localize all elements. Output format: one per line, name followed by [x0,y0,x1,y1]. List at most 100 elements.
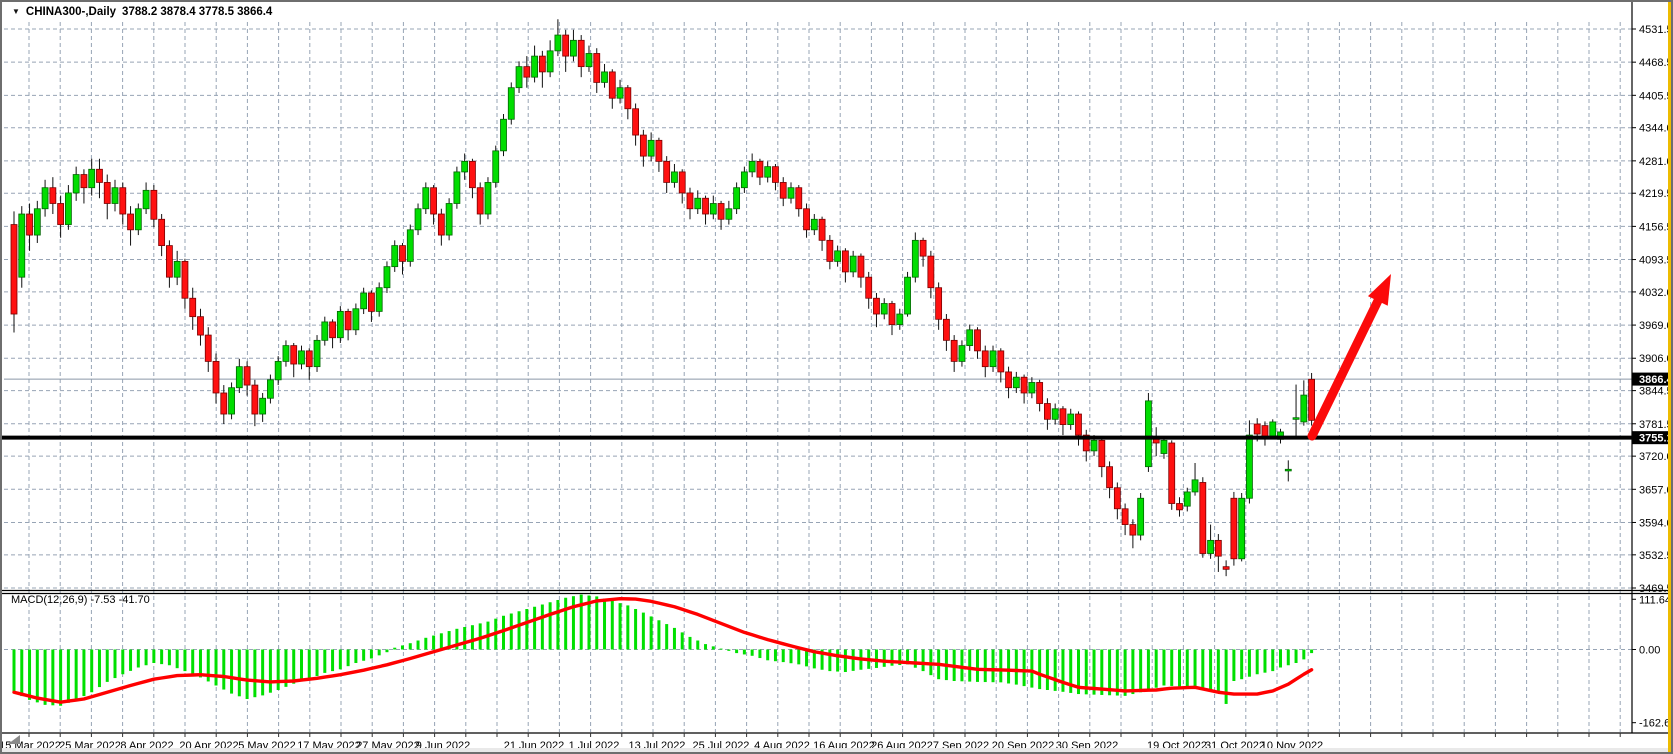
candle-body [804,209,810,230]
candle-body [1114,488,1120,509]
candle-body [796,188,802,209]
candle-body [42,188,48,209]
symbol-dropdown-icon[interactable]: ▼ [12,7,20,17]
candle-body [1293,418,1299,420]
candle-body [213,361,219,393]
candle-body [881,303,887,314]
candle-body [151,190,157,219]
candle-body [1068,414,1074,425]
candle-body [858,256,864,277]
candle-body [392,246,398,267]
candle-body [236,367,242,388]
candle-body [166,246,172,278]
candle-body [407,230,413,262]
candle-body [1231,498,1237,559]
candle-body [400,246,406,262]
candle-body [912,240,918,277]
candle-body [291,346,297,364]
candle-body [1208,540,1214,553]
candle-body [532,56,538,77]
candle-body [267,380,273,398]
candle-body [928,256,934,288]
candle-body [1107,467,1113,488]
candle-body [959,346,965,362]
candle-body [679,172,685,193]
candle-body [1239,498,1245,559]
window-active-edge [1668,2,1671,752]
candle-body [34,209,40,235]
candle-body [65,193,71,225]
candle-body [244,367,250,385]
candle-body [1270,422,1276,436]
candle-body [120,188,126,214]
candle-body [1060,409,1066,425]
chart-canvas[interactable]: 4531.54468.54405.54344.04281.04219.54156… [2,2,1673,754]
candle-body [252,385,258,414]
candle-body [1091,440,1097,451]
candle-body [485,182,491,214]
candle-body [648,140,654,156]
candle-body [780,182,786,198]
candle-body [508,88,514,120]
candle-body [1145,401,1151,467]
candle-body [50,188,56,204]
candle-body [1246,435,1252,498]
candle-body [516,67,522,88]
candle-body [1161,440,1167,453]
candle-body [1309,379,1315,420]
trend-arrow-head[interactable] [1368,274,1391,306]
candle-body [298,351,304,364]
candle-body [905,277,911,314]
candle-body [423,188,429,209]
candle-body [27,214,33,235]
candle-body [229,388,235,414]
candle-body [205,335,211,361]
candle-body [687,193,693,209]
candle-body [602,72,608,83]
candle-body [842,251,848,272]
candle-body [73,175,79,193]
candle-body [1215,540,1221,556]
candle-body [501,119,507,151]
candle-body [866,277,872,298]
candle-body [128,214,134,230]
candle-body [920,240,926,256]
chart-title-ohlc: 3788.2 3878.4 3778.5 3866.4 [122,6,272,18]
candle-body [1223,567,1229,570]
candle-body [749,161,755,172]
candle-body [143,190,149,208]
candle-body [1177,504,1183,510]
candle-body [974,330,980,351]
candle-body [671,172,677,183]
candle-body [578,40,584,66]
candle-body [361,293,367,309]
trend-arrow-shaft[interactable] [1312,301,1378,436]
candle-body [990,351,996,367]
candle-body [446,203,452,235]
candle-body [811,219,817,230]
candle-body [477,188,483,214]
candle-body [850,256,856,272]
time-axis[interactable] [2,733,1632,754]
chart-title: ▼ CHINA300-,Daily 3788.2 3878.4 3778.5 3… [12,6,272,18]
candle-body [617,88,623,99]
candle-body [695,198,701,209]
candle-body [1099,440,1105,466]
candle-body [586,53,592,66]
candle-body [11,225,17,314]
candle-body [275,361,281,379]
price-axis[interactable] [1632,2,1673,733]
candle-body [368,293,374,311]
candle-body [819,219,825,240]
candle-body [438,214,444,235]
candle-body [1301,395,1307,422]
candle-body [547,51,553,72]
candle-body [104,182,110,203]
candle-body [897,314,903,325]
candle-body [1285,469,1291,471]
candle-body [1200,482,1206,553]
candle-body [539,56,545,72]
candle-body [1130,525,1136,536]
candle-body [1006,372,1012,388]
candle-body [174,261,180,277]
